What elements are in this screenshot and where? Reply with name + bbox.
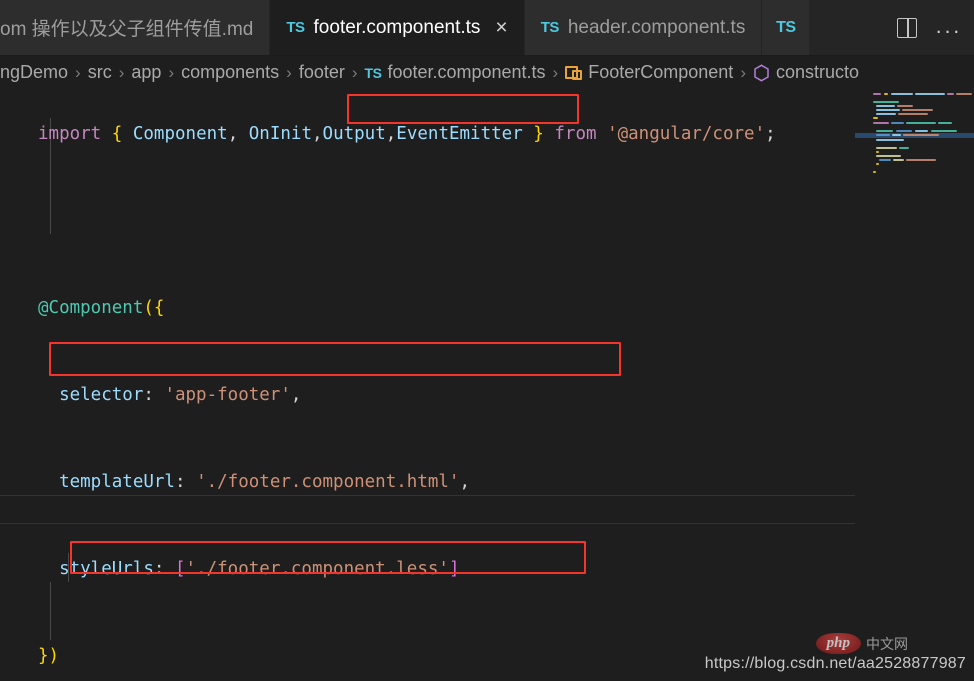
token-comma: , bbox=[227, 124, 249, 144]
ellipsis-icon: ... bbox=[935, 15, 963, 39]
breadcrumb-item-ngdemo[interactable]: ngDemo bbox=[0, 62, 68, 83]
breadcrumb-label: src bbox=[87, 62, 112, 82]
minimap[interactable] bbox=[855, 89, 974, 681]
token-close-decorator: }) bbox=[38, 646, 60, 666]
close-icon[interactable]: × bbox=[495, 17, 507, 38]
breadcrumb-label: app bbox=[131, 62, 162, 82]
token-bracket-open: [ bbox=[174, 559, 186, 579]
breadcrumb-item-components[interactable]: components bbox=[181, 62, 279, 83]
tab-header-component-ts[interactable]: TS header.component.ts bbox=[524, 0, 763, 55]
breadcrumb-separator: › bbox=[286, 62, 292, 82]
typescript-file-icon: TS bbox=[776, 18, 796, 36]
token-colon: : bbox=[174, 472, 197, 492]
tab-label: header.component.ts bbox=[567, 16, 746, 38]
token-bracket-close: ] bbox=[448, 559, 460, 579]
blog-url-watermark: https://blog.csdn.net/aa2528877987 bbox=[704, 655, 966, 672]
breadcrumb-separator: › bbox=[552, 62, 559, 82]
code-content[interactable]: import { Component, OnInit,Output,EventE… bbox=[0, 89, 974, 681]
breadcrumb-label: FooterComponent bbox=[588, 62, 734, 82]
token-comma: , bbox=[459, 472, 471, 492]
breadcrumb-separator: › bbox=[118, 62, 125, 82]
breadcrumb-label: footer bbox=[298, 62, 345, 82]
split-editor-button[interactable] bbox=[886, 0, 928, 56]
token-comma: , bbox=[290, 385, 302, 405]
token-module-path: '@angular/core' bbox=[607, 124, 766, 144]
breadcrumb-separator: › bbox=[740, 62, 746, 82]
token-open-paren-brace: ({ bbox=[143, 298, 165, 318]
code-line: import { Component, OnInit,Output,EventE… bbox=[38, 120, 974, 149]
php-logo-suffix: 中文网 bbox=[866, 635, 908, 652]
token-colon: : bbox=[143, 385, 165, 405]
editor-actions: ... bbox=[886, 0, 974, 55]
breadcrumb-item-app[interactable]: app bbox=[131, 62, 161, 83]
code-line: selector: 'app-footer', bbox=[38, 381, 974, 410]
breadcrumb-item-footercomponent[interactable]: FooterComponent bbox=[565, 62, 733, 83]
more-actions-button[interactable]: ... bbox=[928, 0, 970, 56]
breadcrumb-item-footer-component-ts[interactable]: TS footer.component.ts bbox=[365, 62, 546, 83]
code-line: @Component({ bbox=[38, 294, 974, 323]
breadcrumb: ngDemo › src › app › components › footer… bbox=[0, 56, 974, 89]
breadcrumb-label: ngDemo bbox=[0, 62, 69, 82]
split-editor-icon bbox=[897, 17, 917, 38]
token-value-styleurls: './footer.component.less' bbox=[185, 559, 449, 579]
token-value-templateurl: './footer.component.html' bbox=[196, 472, 460, 492]
breadcrumb-separator: › bbox=[351, 62, 358, 82]
code-line: templateUrl: './footer.component.html', bbox=[38, 468, 974, 497]
tab-markdown-file[interactable]: om 操作以及父子组件传值.md bbox=[0, 0, 271, 55]
typescript-file-icon: TS bbox=[540, 19, 560, 36]
token-brace-open: { bbox=[111, 124, 123, 144]
breadcrumb-label: footer.component.ts bbox=[387, 62, 546, 82]
token-key-styleurls: styleUrls bbox=[59, 559, 154, 579]
php-logo-text: php bbox=[815, 633, 861, 654]
token-colon: : bbox=[153, 559, 175, 579]
token-key-templateurl: templateUrl bbox=[59, 472, 175, 492]
token-output: Output bbox=[322, 124, 386, 144]
token-decorator-component: @Component bbox=[38, 298, 144, 318]
token-semicolon: ; bbox=[765, 124, 776, 144]
editor-tab-bar: om 操作以及父子组件传值.md TS footer.component.ts … bbox=[0, 0, 974, 56]
code-line: styleUrls: ['./footer.component.less'] bbox=[38, 555, 974, 584]
token-eventemitter: EventEmitter bbox=[396, 124, 523, 144]
typescript-file-icon: TS bbox=[364, 64, 382, 81]
token-import: import bbox=[38, 124, 102, 144]
breadcrumb-label: components bbox=[181, 62, 280, 82]
breadcrumb-separator: › bbox=[75, 62, 81, 82]
token-comma: , bbox=[385, 124, 397, 144]
tab-footer-component-ts[interactable]: TS footer.component.ts × bbox=[270, 0, 525, 55]
breadcrumb-item-constructor[interactable]: constructo bbox=[753, 62, 859, 83]
php-logo-watermark: php 中文网 bbox=[815, 633, 908, 654]
breadcrumb-label: constructo bbox=[775, 62, 860, 82]
token-from: from bbox=[554, 124, 597, 144]
breadcrumb-item-footer[interactable]: footer bbox=[299, 62, 345, 83]
class-symbol-icon bbox=[565, 65, 583, 80]
vertical-scrollbar[interactable] bbox=[960, 89, 974, 681]
tab-overflow-partial[interactable]: TS bbox=[762, 0, 811, 55]
breadcrumb-separator: › bbox=[168, 62, 175, 82]
token-oninit: OnInit bbox=[248, 124, 312, 144]
token-value-selector: 'app-footer' bbox=[164, 385, 291, 405]
tab-label: om 操作以及父子组件传值.md bbox=[0, 19, 254, 40]
tab-label: footer.component.ts bbox=[313, 16, 481, 38]
code-editor[interactable]: import { Component, OnInit,Output,EventE… bbox=[0, 89, 974, 681]
typescript-file-icon: TS bbox=[286, 19, 305, 36]
method-symbol-icon bbox=[753, 63, 770, 82]
token-comma: , bbox=[311, 124, 323, 144]
token-brace-close: } bbox=[533, 124, 544, 144]
token-key-selector: selector bbox=[59, 385, 144, 405]
breadcrumb-item-src[interactable]: src bbox=[88, 62, 112, 83]
vscode-window: om 操作以及父子组件传值.md TS footer.component.ts … bbox=[0, 0, 974, 681]
token-component: Component bbox=[132, 124, 228, 144]
